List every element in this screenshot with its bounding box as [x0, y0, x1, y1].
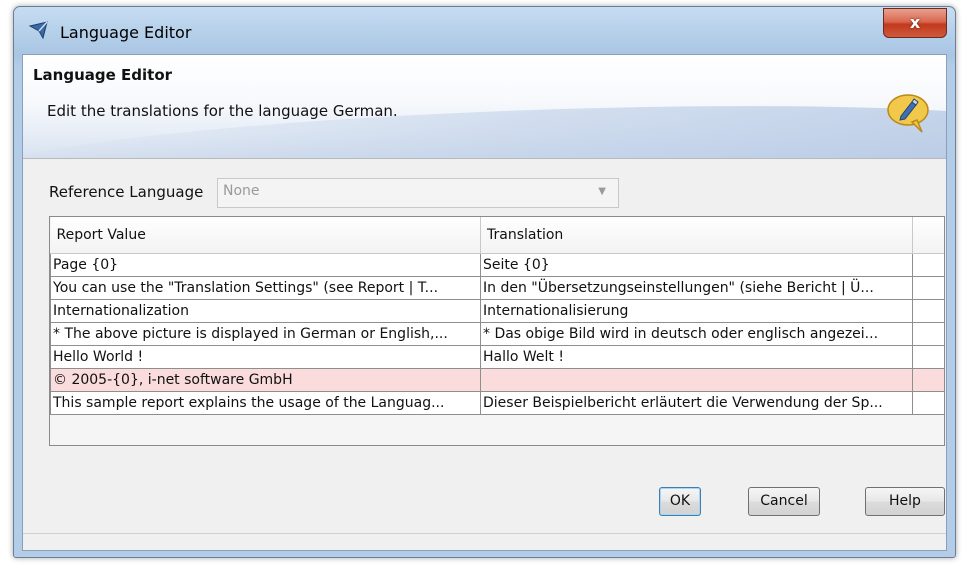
help-button-label: Help — [889, 493, 921, 509]
translation-cell[interactable]: Hallo Welt ! — [480, 345, 913, 369]
report-value-cell[interactable]: This sample report explains the usage of… — [50, 391, 481, 415]
column-header-spacer — [912, 217, 944, 254]
table-header-row: Report Value Translation — [50, 217, 944, 254]
column-header-translation[interactable]: Translation — [480, 217, 913, 254]
table-row[interactable]: Page {0} Seite {0} — [50, 253, 944, 277]
cancel-button-label: Cancel — [760, 493, 808, 509]
reference-language-label: Reference Language — [49, 183, 204, 201]
translation-table[interactable]: Report Value Translation Page {0} Seite … — [49, 216, 945, 446]
speech-bubble-icon — [887, 94, 929, 133]
row-gutter — [912, 345, 944, 369]
cancel-button[interactable]: Cancel — [748, 487, 820, 516]
help-button[interactable]: Help — [865, 487, 945, 516]
column-header-report-value[interactable]: Report Value — [50, 217, 481, 254]
report-value-cell[interactable]: Hello World ! — [50, 345, 481, 369]
table-row[interactable]: Hello World ! Hallo Welt ! — [50, 345, 944, 369]
translation-cell[interactable]: Seite {0} — [480, 253, 913, 277]
table-row-untranslated[interactable]: © 2005-{0}, i-net software GmbH — [50, 368, 944, 392]
language-editor-window: Language Editor x Language Editor Edit t… — [13, 6, 956, 558]
translation-cell[interactable]: Internationalisierung — [480, 299, 913, 323]
translation-cell[interactable]: Dieser Beispielbericht erläutert die Ver… — [480, 391, 913, 415]
banner-title: Language Editor — [33, 66, 173, 84]
window-title: Language Editor — [60, 23, 192, 42]
chevron-down-icon: ▼ — [598, 186, 606, 197]
table-row[interactable]: * The above picture is displayed in Germ… — [50, 322, 944, 346]
table-row[interactable]: Internationalization Internationalisieru… — [50, 299, 944, 323]
dialog-body: Language Editor Edit the translations fo… — [22, 54, 947, 551]
reference-language-value: None — [223, 183, 260, 199]
language-editor-icon — [28, 21, 48, 40]
row-gutter — [912, 276, 944, 300]
close-button[interactable]: x — [883, 8, 947, 38]
row-gutter — [912, 322, 944, 346]
translation-cell[interactable]: In den "Übersetzungseinstellungen" (sieh… — [480, 276, 913, 300]
banner-description: Edit the translations for the language G… — [47, 102, 398, 120]
report-value-cell[interactable]: You can use the "Translation Settings" (… — [50, 276, 481, 300]
title-bar[interactable]: Language Editor x — [14, 7, 955, 55]
footer-divider — [23, 533, 946, 534]
ok-button[interactable]: OK — [659, 487, 701, 516]
row-gutter — [912, 391, 944, 415]
row-gutter — [912, 368, 944, 392]
report-value-cell[interactable]: Internationalization — [50, 299, 481, 323]
translation-cell[interactable]: * Das obige Bild wird in deutsch oder en… — [480, 322, 913, 346]
close-icon: x — [909, 13, 921, 32]
table-row[interactable]: You can use the "Translation Settings" (… — [50, 276, 944, 300]
row-gutter — [912, 299, 944, 323]
header-banner: Language Editor Edit the translations fo… — [23, 55, 946, 159]
report-value-cell[interactable]: © 2005-{0}, i-net software GmbH — [50, 368, 481, 392]
report-value-cell[interactable]: Page {0} — [50, 253, 481, 277]
table-row[interactable]: This sample report explains the usage of… — [50, 391, 944, 415]
report-value-cell[interactable]: * The above picture is displayed in Germ… — [50, 322, 481, 346]
row-gutter — [912, 253, 944, 277]
reference-language-select[interactable]: None ▼ — [217, 178, 619, 208]
translation-cell[interactable] — [480, 368, 913, 392]
ok-button-label: OK — [669, 493, 691, 509]
